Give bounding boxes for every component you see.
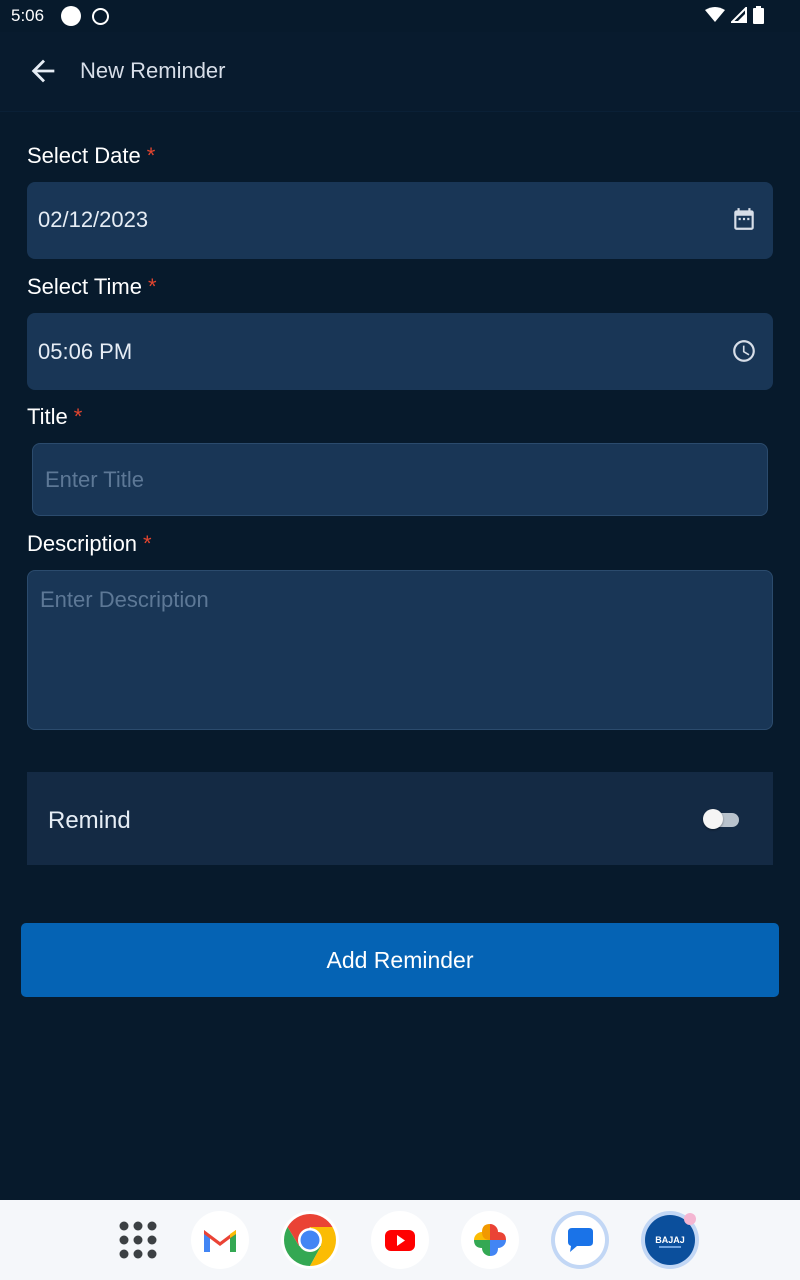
chrome-logo-icon xyxy=(281,1211,339,1269)
description-input[interactable] xyxy=(27,570,773,730)
messages-logo-icon xyxy=(551,1211,609,1269)
title-label-text: Title xyxy=(27,404,68,429)
add-reminder-button[interactable]: Add Reminder xyxy=(21,923,779,997)
time-value: 05:06 PM xyxy=(38,339,133,364)
required-mark: * xyxy=(73,404,83,429)
page-title: New Reminder xyxy=(80,58,226,83)
date-field[interactable]: 02/12/2023 xyxy=(27,182,773,259)
remind-toggle[interactable] xyxy=(703,809,741,829)
wifi-icon xyxy=(705,7,725,22)
app-drawer-icon[interactable] xyxy=(108,1210,168,1270)
battery-icon xyxy=(753,6,764,24)
signal-icon xyxy=(731,7,747,23)
youtube-logo-icon xyxy=(371,1211,429,1269)
calendar-icon[interactable] xyxy=(731,206,757,232)
back-button[interactable] xyxy=(26,54,60,88)
required-mark: * xyxy=(147,274,157,299)
time-label-text: Select Time xyxy=(27,274,142,299)
title-label: Title * xyxy=(27,404,82,430)
title-input[interactable] xyxy=(32,443,768,516)
required-mark: * xyxy=(146,143,156,168)
youtube-icon[interactable] xyxy=(370,1210,430,1270)
photos-icon[interactable] xyxy=(460,1210,520,1270)
gmail-logo-icon xyxy=(191,1211,249,1269)
status-bar: 5:06 xyxy=(0,0,800,32)
photos-logo-icon xyxy=(461,1211,519,1269)
remind-label: Remind xyxy=(48,807,131,834)
description-label-text: Description xyxy=(27,531,138,556)
remind-row: Remind xyxy=(27,772,773,865)
status-icons xyxy=(705,6,764,24)
messages-icon[interactable] xyxy=(550,1210,610,1270)
toggle-thumb xyxy=(703,809,723,829)
notification-ring-icon xyxy=(92,8,109,25)
bajaj-icon[interactable]: BAJAJ xyxy=(640,1210,700,1270)
status-time: 5:06 xyxy=(11,6,45,25)
grid-dots-icon xyxy=(119,1221,157,1259)
gmail-icon[interactable] xyxy=(190,1210,250,1270)
description-label: Description * xyxy=(27,531,152,557)
app-dock: BAJAJ xyxy=(0,1200,800,1280)
date-label-text: Select Date xyxy=(27,143,141,168)
svg-text:BAJAJ: BAJAJ xyxy=(655,1235,685,1245)
chrome-icon[interactable] xyxy=(280,1210,340,1270)
time-field[interactable]: 05:06 PM xyxy=(27,313,773,390)
app-bar: New Reminder xyxy=(0,32,800,112)
time-label: Select Time * xyxy=(27,274,157,300)
arrow-left-icon xyxy=(31,59,55,83)
bajaj-logo-icon: BAJAJ xyxy=(641,1211,699,1269)
required-mark: * xyxy=(143,531,152,556)
date-value: 02/12/2023 xyxy=(38,207,149,232)
notification-dot-icon xyxy=(61,6,81,26)
date-label: Select Date * xyxy=(27,143,155,169)
clock-icon[interactable] xyxy=(731,338,757,364)
